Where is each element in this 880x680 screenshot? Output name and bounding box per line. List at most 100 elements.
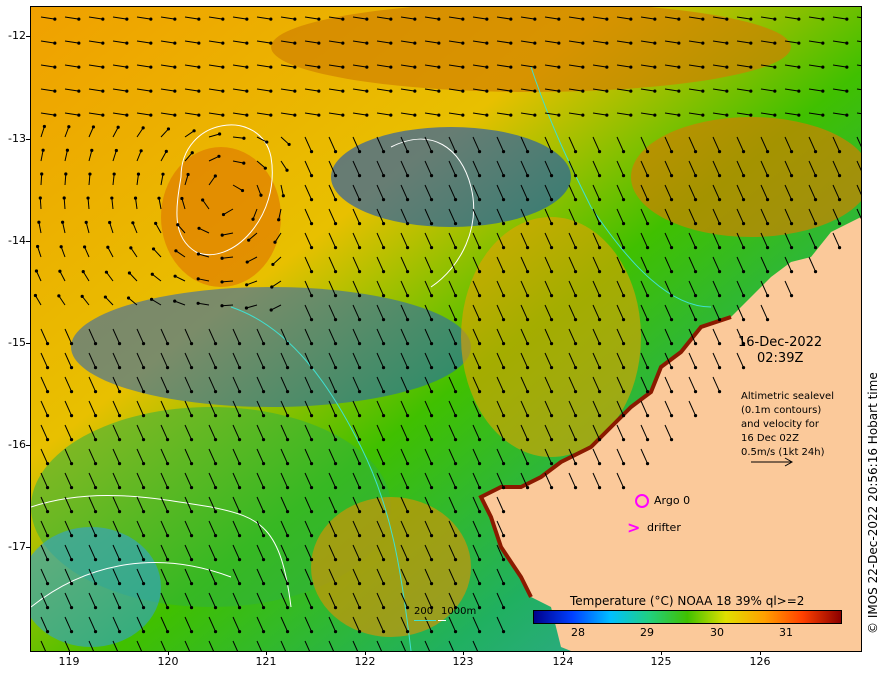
velocity-arrow-head [813, 246, 818, 250]
velocity-arrow-head [333, 294, 338, 298]
colorbar-tick: 28 [571, 626, 585, 639]
velocity-arrow-head [501, 342, 506, 346]
velocity-arrow-head [525, 294, 530, 298]
velocity-arrow-head [93, 630, 98, 634]
velocity-arrow-head [821, 89, 825, 93]
velocity-arrow-head [261, 342, 266, 346]
x-tick-mark [563, 651, 564, 655]
velocity-arrow-head [669, 366, 674, 370]
velocity-arrow-head [91, 125, 96, 129]
velocity-arrow-head [621, 366, 626, 370]
velocity-arrow-head [669, 390, 674, 394]
velocity-arrow-head [150, 272, 154, 276]
velocity-arrow-head [477, 390, 482, 394]
velocity-arrow-head [357, 294, 362, 298]
velocity-arrow-head [509, 17, 513, 21]
velocity-arrow-head [357, 582, 362, 586]
velocity-arrow-head [749, 65, 753, 69]
y-tick-label: -14 [8, 234, 26, 247]
velocity-arrow-head [821, 17, 825, 21]
velocity-arrow-head [677, 65, 681, 69]
velocity-arrow-head [693, 270, 698, 274]
velocity-arrow-head [197, 113, 201, 117]
velocity-arrow-head [333, 534, 338, 538]
velocity-arrow-head [149, 65, 153, 69]
velocity-arrow-head [151, 247, 156, 251]
velocity-scale-arrow-icon [751, 457, 794, 467]
velocity-arrow-head [773, 65, 777, 69]
velocity-arrow-head [333, 606, 338, 610]
velocity-arrow-head [261, 486, 266, 490]
velocity-arrow-head [117, 438, 122, 442]
velocity-arrow-head [429, 630, 434, 634]
velocity-arrow-head [141, 486, 146, 490]
velocity-arrow-head [501, 534, 506, 538]
velocity-arrow-head [333, 150, 338, 154]
legend-line: 16 Dec 02Z [741, 433, 800, 444]
velocity-arrow-head [669, 342, 674, 346]
velocity-arrow [40, 173, 43, 186]
velocity-arrow-head [58, 269, 62, 273]
velocity-arrow-head [242, 161, 246, 165]
velocity-arrow-head [309, 534, 314, 538]
velocity-arrow-head [189, 510, 194, 514]
velocity-arrow-head [40, 172, 44, 176]
velocity-arrow-head [581, 65, 585, 69]
velocity-arrow-head [41, 148, 45, 152]
velocity-arrow-head [189, 366, 194, 370]
velocity-arrow-head [196, 277, 200, 281]
velocity-arrow-head [845, 17, 849, 21]
x-tick-mark [69, 651, 70, 655]
velocity-arrow-head [213, 174, 217, 178]
velocity-arrow-head [605, 89, 609, 93]
velocity-arrow-head [501, 630, 506, 634]
velocity-arrow-head [93, 510, 98, 514]
velocity-arrow-head [429, 390, 434, 394]
velocity-arrow-head [573, 486, 578, 490]
velocity-arrow-head [525, 366, 530, 370]
velocity-arrow-head [117, 390, 122, 394]
velocity-arrow-head [629, 41, 633, 45]
velocity-arrow-head [197, 41, 201, 45]
velocity-arrow-head [797, 65, 801, 69]
velocity-arrow-head [765, 150, 770, 154]
velocity-arrow-head [317, 41, 321, 45]
velocity-arrow-head [381, 270, 386, 274]
velocity-arrow-head [101, 41, 105, 45]
velocity-arrow-head [53, 89, 57, 93]
velocity-arrow-head [149, 89, 153, 93]
velocity-arrow-head [103, 295, 107, 299]
velocity-arrow-head [485, 113, 489, 117]
velocity-arrow-head [549, 270, 554, 274]
velocity-arrow-head [717, 390, 722, 394]
velocity-arrow-head [501, 366, 506, 370]
velocity-arrow-head [381, 558, 386, 562]
velocity-arrow-head [381, 510, 386, 514]
velocity-arrow-head [101, 65, 105, 69]
velocity-arrow-head [189, 486, 194, 490]
velocity-arrow-head [261, 390, 266, 394]
velocity-arrow-head [77, 89, 81, 93]
velocity-arrow-head [429, 462, 434, 466]
velocity-arrow-head [429, 414, 434, 418]
velocity-arrow-head [693, 366, 698, 370]
velocity-arrow-head [549, 366, 554, 370]
velocity-arrow-head [37, 220, 41, 224]
velocity-arrow-head [741, 174, 746, 178]
velocity-arrow-head [45, 582, 50, 586]
velocity-arrow-head [213, 366, 218, 370]
velocity-arrow-head [629, 17, 633, 21]
velocity-arrow-head [69, 342, 74, 346]
velocity-arrow-head [285, 390, 290, 394]
velocity-arrow-head [621, 294, 626, 298]
velocity-arrow-head [261, 534, 266, 538]
velocity-arrow-head [789, 198, 794, 202]
velocity-arrow-head [269, 41, 273, 45]
velocity-arrow-head [357, 534, 362, 538]
velocity-arrow-head [693, 246, 698, 250]
velocity-arrow-head [405, 390, 410, 394]
velocity-arrow-head [573, 318, 578, 322]
velocity-arrow-head [186, 172, 190, 177]
velocity-arrow-head [220, 233, 224, 237]
velocity-arrow-head [285, 582, 290, 586]
